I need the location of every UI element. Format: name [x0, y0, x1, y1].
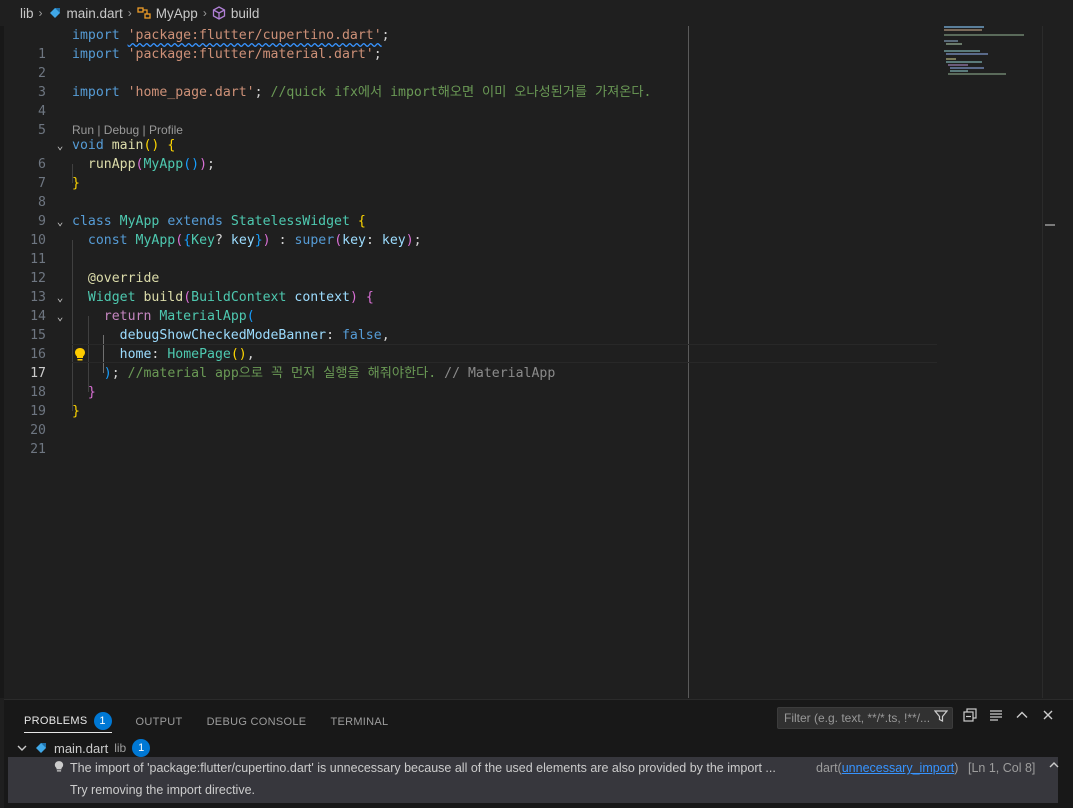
code-line[interactable]: 14 ⌄ Widget build(BuildContext context) … — [4, 288, 1057, 324]
code-line[interactable]: 4 import 'home_page.dart'; //quick ifx에서… — [4, 83, 1057, 119]
code-line-content: @override — [87, 271, 160, 286]
fold-chevron-icon[interactable]: ⌄ — [53, 212, 67, 231]
breadcrumb-file[interactable]: main.dart — [48, 6, 123, 21]
code-line-content: import 'package:flutter/material.dart'; — [72, 47, 382, 62]
chevron-up-icon[interactable] — [1048, 759, 1060, 774]
code-line[interactable]: 2 import 'package:flutter/material.dart'… — [4, 45, 1057, 81]
code-line[interactable]: 21 — [4, 421, 1057, 457]
chevron-right-icon: › — [127, 6, 132, 20]
code-line[interactable]: 18 ); //material app으로 꼭 먼저 실행을 해줘야한다. /… — [4, 364, 1057, 400]
dart-file-icon — [36, 743, 46, 753]
code-line[interactable]: 8 } — [4, 174, 1057, 210]
class-symbol-icon — [137, 7, 151, 19]
fold-chevron-icon[interactable]: ⌄ — [53, 288, 67, 307]
filter-placeholder: Filter (e.g. text, **/*.ts, !**/... — [784, 711, 931, 725]
problems-count-badge: 1 — [93, 712, 112, 730]
code-line-content: const MyApp({Key? key}) : super(key: key… — [87, 233, 422, 248]
problem-hint: Try removing the import directive. — [70, 783, 256, 797]
problem-code-link[interactable]: unnecessary_import — [842, 761, 955, 775]
minimap[interactable] — [944, 26, 1044, 86]
code-line[interactable]: 9 — [4, 193, 1057, 229]
filter-icon[interactable] — [933, 709, 949, 729]
fold-chevron-icon[interactable]: ⌄ — [53, 136, 67, 155]
tab-terminal-label: TERMINAL — [330, 715, 389, 728]
problem-item[interactable]: The import of 'package:flutter/cupertino… — [8, 757, 1060, 803]
tab-problems[interactable]: PROBLEMS 1 — [24, 710, 112, 733]
code-editor[interactable]: 1 import 'package:flutter/cupertino.dart… — [4, 26, 1057, 698]
tab-output[interactable]: OUTPUT — [136, 711, 183, 733]
problem-source: dart(unnecessary_import) — [816, 761, 959, 775]
code-line-content: home: HomePage(), — [119, 347, 255, 362]
code-line[interactable]: 5 — [4, 102, 1057, 138]
chevron-down-icon[interactable] — [16, 742, 28, 754]
chevron-right-icon: › — [202, 6, 207, 20]
collapse-all-icon[interactable] — [960, 708, 980, 725]
problems-file-group[interactable]: main.dart lib 1 — [16, 738, 151, 758]
code-line[interactable]: 20 } — [4, 402, 1057, 438]
lightbulb-icon — [54, 760, 64, 776]
code-line-active[interactable]: 17 home: HomePage(), — [4, 345, 1057, 381]
code-line[interactable]: 19 } — [4, 383, 1057, 419]
code-line-content: void main() { — [72, 138, 176, 153]
scroll-position-marker — [1045, 224, 1055, 226]
code-line[interactable]: 7 runApp(MyApp()); — [4, 155, 1057, 191]
code-line-content: runApp(MyApp()); — [87, 157, 215, 172]
problems-file-name: main.dart — [54, 740, 109, 756]
code-line-content: ); //material app으로 꼭 먼저 실행을 해줘야한다. // M… — [103, 366, 556, 381]
breadcrumb-folder-label: lib — [20, 5, 34, 21]
tab-problems-label: PROBLEMS — [24, 715, 88, 727]
breadcrumb-class-label: MyApp — [155, 5, 198, 21]
code-line[interactable]: 1 import 'package:flutter/cupertino.dart… — [4, 26, 1057, 62]
problems-file-folder: lib — [114, 741, 127, 755]
code-line[interactable]: 3 — [4, 64, 1057, 100]
tab-debug-console-label: DEBUG CONSOLE — [206, 715, 307, 728]
method-symbol-icon — [212, 6, 225, 20]
view-as-list-icon[interactable] — [986, 708, 1006, 725]
tab-terminal[interactable]: TERMINAL — [330, 711, 388, 733]
fold-chevron-icon[interactable]: ⌄ — [53, 307, 67, 326]
problem-message: The import of 'package:flutter/cupertino… — [70, 761, 776, 775]
code-line[interactable]: 15 ⌄ return MaterialApp( — [4, 307, 1057, 343]
code-line-content: import 'package:flutter/cupertino.dart'; — [72, 28, 390, 43]
code-line[interactable]: 12 — [4, 250, 1057, 286]
code-line[interactable]: 6 ⌄ void main() { — [4, 136, 1057, 172]
vertical-scrollbar[interactable] — [1042, 26, 1057, 698]
problem-location: [Ln 1, Col 8] — [968, 761, 1036, 775]
code-line-content: return MaterialApp( — [103, 309, 255, 324]
dart-file-icon — [49, 8, 60, 18]
tab-debug-console[interactable]: DEBUG CONSOLE — [207, 711, 307, 733]
code-line[interactable]: 13 @override — [4, 269, 1057, 305]
code-line-content: debugShowCheckedModeBanner: false, — [119, 328, 390, 343]
tab-output-label: OUTPUT — [135, 715, 183, 728]
breadcrumb-folder[interactable]: lib — [20, 6, 34, 21]
panel-tabs: PROBLEMS 1 OUTPUT DEBUG CONSOLE TERMINAL — [24, 710, 388, 733]
close-panel-icon[interactable] — [1038, 708, 1058, 725]
problems-filter-input[interactable]: Filter (e.g. text, **/*.ts, !**/... — [777, 707, 953, 729]
code-line[interactable]: 10 ⌄ class MyApp extends StatelessWidget… — [4, 212, 1057, 248]
code-line-content: } — [72, 176, 80, 191]
bottom-panel: PROBLEMS 1 OUTPUT DEBUG CONSOLE TERMINAL… — [4, 699, 1073, 808]
code-line[interactable]: 11 const MyApp({Key? key}) : super(key: … — [4, 231, 1057, 267]
code-line-content: Widget build(BuildContext context) { — [87, 290, 374, 305]
code-line[interactable]: 16 debugShowCheckedModeBanner: false, — [4, 326, 1057, 362]
code-line-content: } — [72, 404, 80, 419]
breadcrumb-method-label: build — [230, 5, 260, 21]
code-line-content: class MyApp extends StatelessWidget { — [72, 214, 366, 229]
breadcrumb-file-label: main.dart — [66, 5, 123, 21]
breadcrumb-class[interactable]: MyApp — [137, 6, 198, 21]
code-line-content: } — [87, 385, 96, 400]
code-line-content: import 'home_page.dart'; //quick ifx에서 i… — [72, 85, 652, 100]
breadcrumb-method[interactable]: build — [212, 5, 260, 21]
breadcrumb: lib › main.dart › MyApp › build — [0, 0, 1073, 26]
maximize-panel-icon[interactable] — [1012, 708, 1032, 725]
file-problem-count-badge: 1 — [132, 739, 151, 757]
chevron-right-icon: › — [38, 6, 43, 20]
line-number: 21 — [30, 442, 46, 457]
problem-source-label: dart — [816, 761, 838, 775]
